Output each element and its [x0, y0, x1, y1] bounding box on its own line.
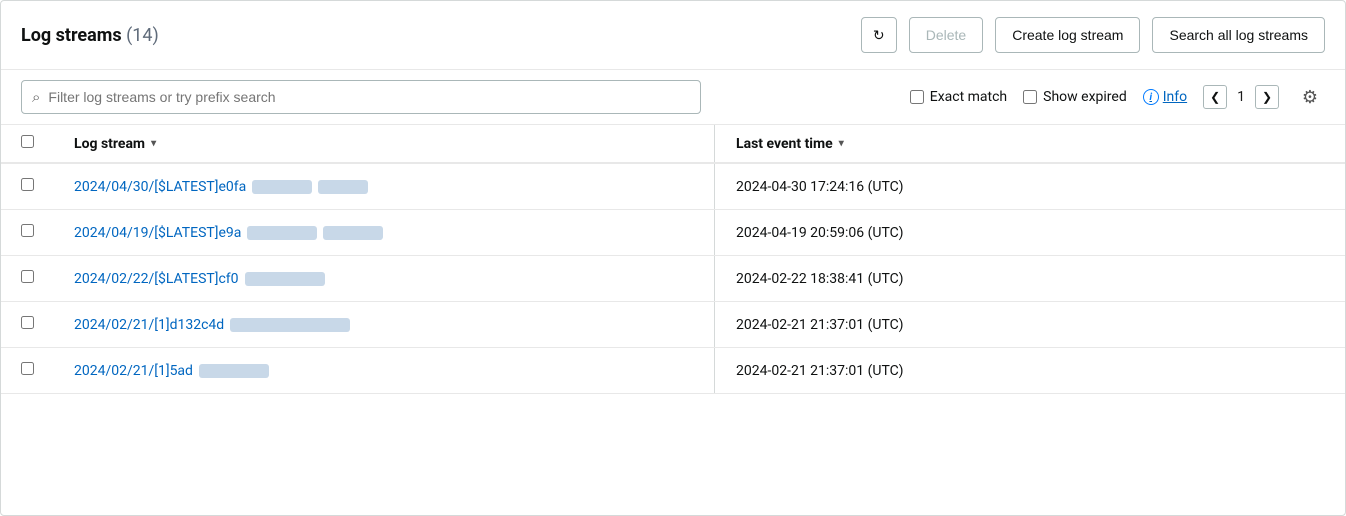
exact-match-text: Exact match: [930, 89, 1007, 105]
stream-name-cell: 2024/04/30/[$LATEST]e0fa: [54, 163, 714, 210]
prev-page-button[interactable]: ❮: [1203, 85, 1227, 109]
main-container: Log streams (14) ↻ Delete Create log str…: [0, 0, 1346, 516]
select-all-col: [1, 125, 54, 163]
search-input[interactable]: [48, 89, 690, 105]
show-expired-checkbox[interactable]: [1023, 90, 1037, 104]
stream-cell-content: 2024/04/19/[$LATEST]e9a: [74, 225, 694, 241]
event-time-cell: 2024-02-22 18:38:41 (UTC): [716, 256, 1345, 302]
table-row: 2024/02/21/[1]5ad 2024-02-21 21:37:01 (UT…: [1, 348, 1345, 394]
stream-cell-content: 2024/02/21/[1]d132c4d: [74, 317, 694, 333]
col-stream-label: Log stream: [74, 136, 145, 152]
redacted-block-1: [245, 272, 325, 286]
row-checkbox[interactable]: [21, 178, 34, 191]
stream-link[interactable]: 2024/04/19/[$LATEST]e9a: [74, 225, 241, 241]
row-checkbox-cell: [1, 348, 54, 394]
stream-cell-content: 2024/04/30/[$LATEST]e0fa: [74, 179, 694, 195]
select-all-checkbox[interactable]: [21, 135, 34, 148]
search-all-log-streams-button[interactable]: Search all log streams: [1152, 17, 1325, 53]
delete-label: Delete: [926, 27, 966, 43]
exact-match-checkbox[interactable]: [910, 90, 924, 104]
redacted-block-1: [252, 180, 312, 194]
title-count: (14): [126, 25, 159, 46]
col-header-stream[interactable]: Log stream ▾: [54, 125, 714, 163]
row-checkbox-cell: [1, 210, 54, 256]
stream-sort-icon: ▾: [151, 138, 156, 149]
create-label: Create log stream: [1012, 27, 1123, 43]
pagination: ❮ 1 ❯: [1203, 85, 1279, 109]
stream-cell-content: 2024/02/21/[1]5ad: [74, 363, 694, 379]
filter-options: Exact match Show expired i Info ❮ 1 ❯ ⚙: [910, 82, 1325, 112]
stream-link[interactable]: 2024/02/21/[1]5ad: [74, 363, 193, 379]
redacted-block-1: [247, 226, 317, 240]
search-wrapper: ⌕: [21, 80, 701, 114]
row-checkbox-cell: [1, 302, 54, 348]
refresh-icon: ↻: [873, 27, 885, 44]
toolbar: ⌕ Exact match Show expired i Info ❮ 1 ❯ …: [1, 70, 1345, 125]
table-row: 2024/02/21/[1]d132c4d 2024-02-21 21:37:01…: [1, 302, 1345, 348]
stream-name-cell: 2024/04/19/[$LATEST]e9a: [54, 210, 714, 256]
title-text: Log streams: [21, 25, 122, 46]
table-row: 2024/02/22/[$LATEST]cf0 2024-02-22 18:38:…: [1, 256, 1345, 302]
info-link[interactable]: i Info: [1143, 89, 1187, 105]
event-time-cell: 2024-04-30 17:24:16 (UTC): [716, 163, 1345, 210]
col-header-event[interactable]: Last event time ▾: [716, 125, 1345, 163]
row-checkbox[interactable]: [21, 316, 34, 329]
row-checkbox[interactable]: [21, 362, 34, 375]
search-all-label: Search all log streams: [1169, 27, 1308, 43]
event-time-cell: 2024-02-21 21:37:01 (UTC): [716, 302, 1345, 348]
page-number: 1: [1231, 89, 1251, 105]
row-checkbox-cell: [1, 256, 54, 302]
stream-link[interactable]: 2024/02/22/[$LATEST]cf0: [74, 271, 239, 287]
redacted-block-2: [323, 226, 383, 240]
delete-button[interactable]: Delete: [909, 17, 983, 53]
stream-cell-content: 2024/02/22/[$LATEST]cf0: [74, 271, 694, 287]
table-row: 2024/04/19/[$LATEST]e9a 2024-04-19 20:59:…: [1, 210, 1345, 256]
event-time-cell: 2024-02-21 21:37:01 (UTC): [716, 348, 1345, 394]
exact-match-label[interactable]: Exact match: [910, 89, 1007, 105]
event-time-cell: 2024-04-19 20:59:06 (UTC): [716, 210, 1345, 256]
info-text: Info: [1163, 89, 1187, 105]
log-streams-table: Log stream ▾ Last event time ▾ 2024/04/3…: [1, 125, 1345, 394]
redacted-block-2: [318, 180, 368, 194]
info-icon: i: [1143, 89, 1159, 105]
col-event-label: Last event time: [736, 136, 833, 152]
refresh-button[interactable]: ↻: [861, 17, 897, 53]
redacted-block-1: [230, 318, 350, 332]
stream-link[interactable]: 2024/02/21/[1]d132c4d: [74, 317, 224, 333]
row-checkbox[interactable]: [21, 270, 34, 283]
redacted-block-1: [199, 364, 269, 378]
stream-name-cell: 2024/02/21/[1]5ad: [54, 348, 714, 394]
event-sort-icon: ▾: [839, 138, 844, 149]
search-icon: ⌕: [32, 88, 40, 106]
row-checkbox[interactable]: [21, 224, 34, 237]
page-header: Log streams (14) ↻ Delete Create log str…: [1, 1, 1345, 70]
row-checkbox-cell: [1, 163, 54, 210]
show-expired-label[interactable]: Show expired: [1023, 89, 1127, 105]
settings-button[interactable]: ⚙: [1295, 82, 1325, 112]
table-row: 2024/04/30/[$LATEST]e0fa 2024-04-30 17:24…: [1, 163, 1345, 210]
next-page-button[interactable]: ❯: [1255, 85, 1279, 109]
page-title: Log streams (14): [21, 25, 159, 46]
create-log-stream-button[interactable]: Create log stream: [995, 17, 1140, 53]
stream-name-cell: 2024/02/21/[1]d132c4d: [54, 302, 714, 348]
stream-name-cell: 2024/02/22/[$LATEST]cf0: [54, 256, 714, 302]
stream-link[interactable]: 2024/04/30/[$LATEST]e0fa: [74, 179, 246, 195]
show-expired-text: Show expired: [1043, 89, 1127, 105]
